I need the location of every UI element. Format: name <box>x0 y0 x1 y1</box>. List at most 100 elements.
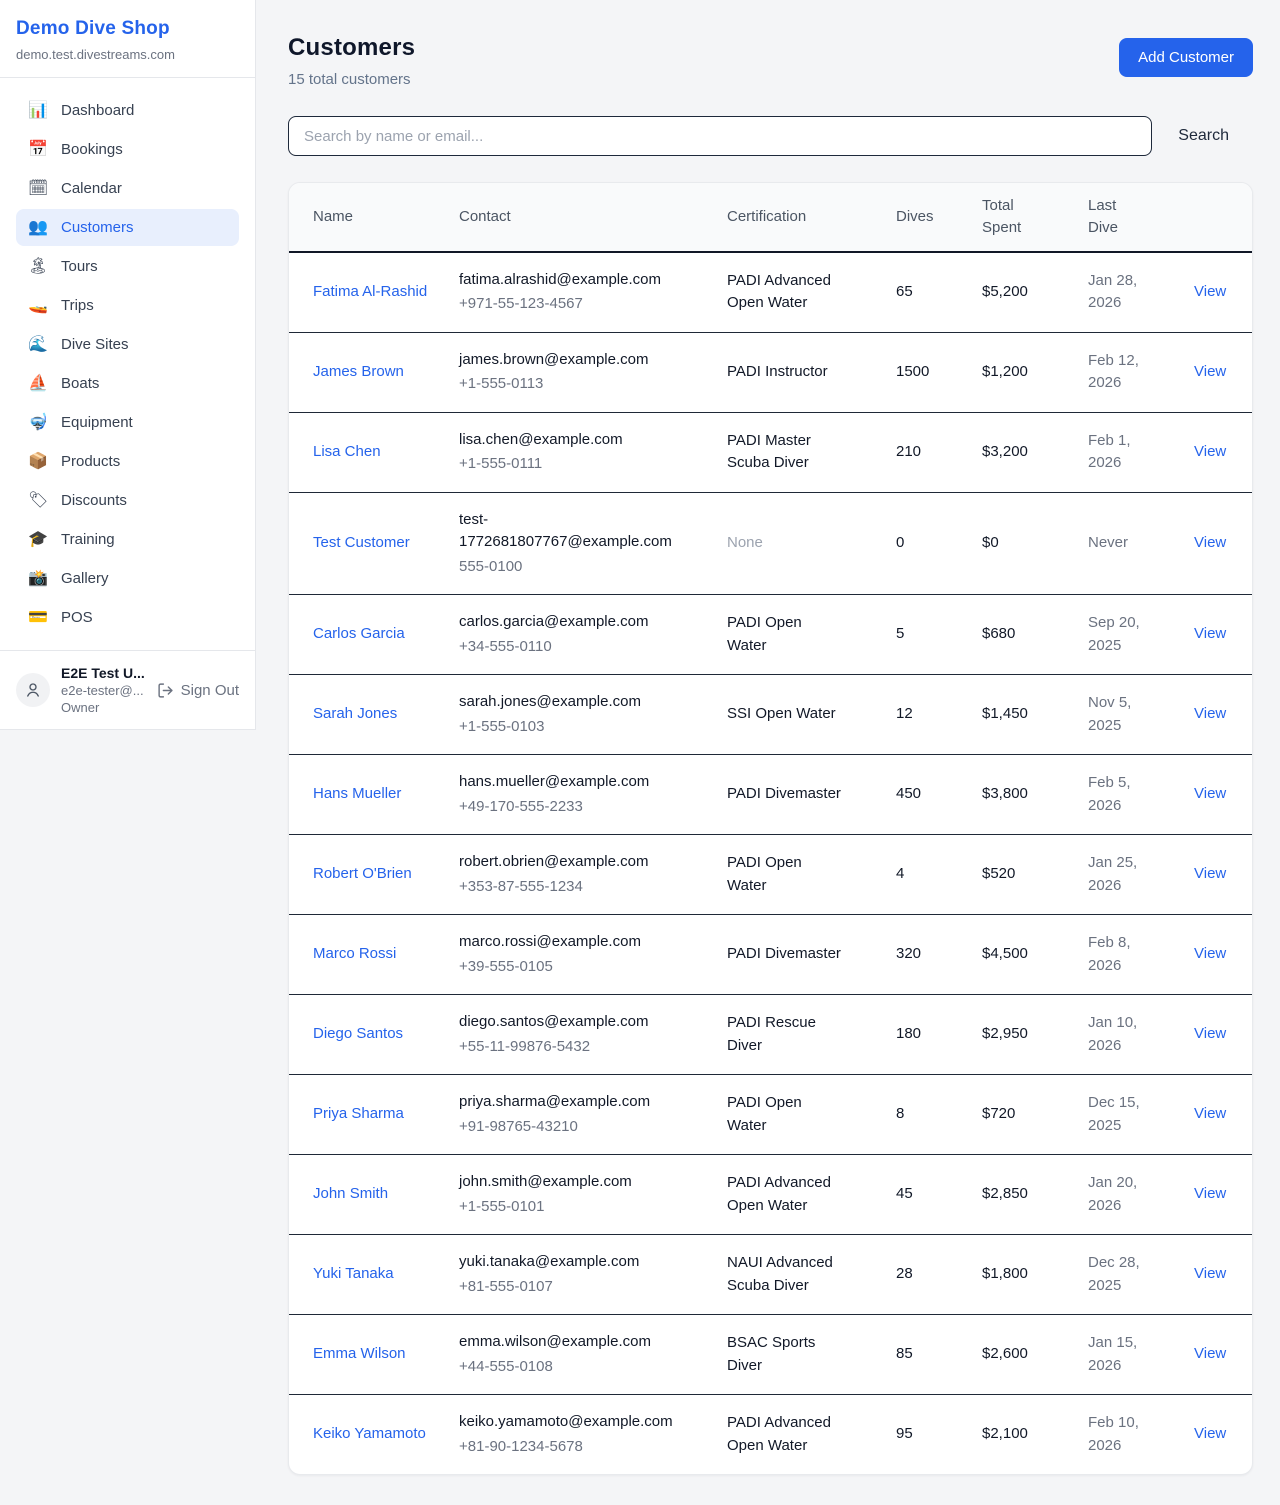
customer-total-spent: $720 <box>982 1105 1015 1122</box>
customer-last-dive: Jan 28, 2026 <box>1088 272 1137 312</box>
search-input[interactable] <box>288 116 1152 156</box>
sidebar-item-products[interactable]: 📦 Products <box>16 443 239 480</box>
customer-name-link[interactable]: Yuki Tanaka <box>313 1263 394 1286</box>
customer-last-dive: Feb 12, 2026 <box>1088 352 1139 392</box>
wave-icon: 🌊 <box>28 337 48 353</box>
column-header-certification: Certification <box>727 183 896 252</box>
table-row: Lisa Chen lisa.chen@example.com +1-555-0… <box>289 412 1252 492</box>
customer-certification: None <box>727 534 763 551</box>
customer-total-spent: $1,450 <box>982 705 1028 722</box>
customer-name-link[interactable]: John Smith <box>313 1183 388 1206</box>
tag-icon: 🏷 <box>28 493 48 509</box>
sidebar-item-label: Equipment <box>61 414 133 431</box>
sidebar-item-label: Products <box>61 453 120 470</box>
customer-dives: 1500 <box>896 363 929 380</box>
sidebar-item-label: Dive Sites <box>61 336 129 353</box>
table-body: Fatima Al-Rashid fatima.alrashid@example… <box>289 252 1252 1475</box>
sidebar-item-pos[interactable]: 💳 POS <box>16 599 239 636</box>
table-row: Yuki Tanaka yuki.tanaka@example.com +81-… <box>289 1235 1252 1315</box>
customer-name-link[interactable]: Emma Wilson <box>313 1343 406 1366</box>
sidebar-item-equipment[interactable]: 🤿 Equipment <box>16 404 239 441</box>
sidebar-nav: 📊 Dashboard 📅 Bookings 🗓 Calendar 👥 Cust… <box>0 77 255 650</box>
customer-phone: +49-170-555-2233 <box>459 796 683 819</box>
view-link[interactable]: View <box>1194 785 1226 802</box>
sidebar-item-discounts[interactable]: 🏷 Discounts <box>16 482 239 519</box>
view-link[interactable]: View <box>1194 443 1226 460</box>
sidebar-item-dive-sites[interactable]: 🌊 Dive Sites <box>16 326 239 363</box>
customer-last-dive: Nov 5, 2025 <box>1088 694 1131 734</box>
search-row: Search <box>288 116 1253 156</box>
column-header-name: Name <box>289 183 459 252</box>
view-link[interactable]: View <box>1194 534 1226 551</box>
customer-name-link[interactable]: Keiko Yamamoto <box>313 1423 426 1446</box>
sign-out-label: Sign Out <box>181 682 239 699</box>
customer-phone: +34-555-0110 <box>459 636 683 659</box>
sidebar-item-label: Discounts <box>61 492 127 509</box>
sidebar-item-dashboard[interactable]: 📊 Dashboard <box>16 92 239 129</box>
customer-phone: +44-555-0108 <box>459 1356 683 1379</box>
sidebar-item-bookings[interactable]: 📅 Bookings <box>16 131 239 168</box>
sidebar-item-label: Tours <box>61 258 98 275</box>
view-link[interactable]: View <box>1194 865 1226 882</box>
table-row: Fatima Al-Rashid fatima.alrashid@example… <box>289 252 1252 333</box>
customer-dives: 320 <box>896 945 921 962</box>
view-link[interactable]: View <box>1194 625 1226 642</box>
avatar <box>16 673 50 707</box>
customer-email: carlos.garcia@example.com <box>459 611 683 634</box>
sidebar-item-boats[interactable]: ⛵ Boats <box>16 365 239 402</box>
sidebar-item-trips[interactable]: 🚤 Trips <box>16 287 239 324</box>
page-title: Customers <box>288 34 415 62</box>
customer-email: sarah.jones@example.com <box>459 691 683 714</box>
sign-out-button[interactable]: Sign Out <box>157 682 239 699</box>
view-link[interactable]: View <box>1194 1185 1226 1202</box>
view-link[interactable]: View <box>1194 705 1226 722</box>
customer-name-link[interactable]: Sarah Jones <box>313 703 397 726</box>
calendar-date-icon: 📅 <box>28 142 48 158</box>
view-link[interactable]: View <box>1194 1345 1226 1362</box>
customer-name-link[interactable]: Carlos Garcia <box>313 623 405 646</box>
table-row: Marco Rossi marco.rossi@example.com +39-… <box>289 915 1252 995</box>
table-row: John Smith john.smith@example.com +1-555… <box>289 1155 1252 1235</box>
sidebar-item-gallery[interactable]: 📸 Gallery <box>16 560 239 597</box>
customer-name-link[interactable]: James Brown <box>313 361 404 384</box>
customer-name-link[interactable]: Diego Santos <box>313 1023 403 1046</box>
view-link[interactable]: View <box>1194 1025 1226 1042</box>
search-button[interactable]: Search <box>1152 127 1253 145</box>
view-link[interactable]: View <box>1194 363 1226 380</box>
customer-phone: +353-87-555-1234 <box>459 876 683 899</box>
column-header-actions <box>1194 183 1252 252</box>
customer-last-dive: Feb 5, 2026 <box>1088 774 1131 814</box>
customer-name-link[interactable]: Marco Rossi <box>313 943 396 966</box>
sailboat-icon: ⛵ <box>28 376 48 392</box>
customer-email: robert.obrien@example.com <box>459 851 683 874</box>
user-name: E2E Test U... <box>61 665 146 681</box>
view-link[interactable]: View <box>1194 945 1226 962</box>
view-link[interactable]: View <box>1194 1425 1226 1442</box>
credit-card-icon: 💳 <box>28 610 48 626</box>
sidebar-item-tours[interactable]: 🏝 Tours <box>16 248 239 285</box>
customer-name-link[interactable]: Test Customer <box>313 532 410 555</box>
customer-name-link[interactable]: Fatima Al-Rashid <box>313 281 427 304</box>
view-link[interactable]: View <box>1194 1265 1226 1282</box>
page-subtitle: 15 total customers <box>288 71 415 88</box>
add-customer-button[interactable]: Add Customer <box>1119 38 1253 77</box>
customer-last-dive: Feb 1, 2026 <box>1088 432 1131 472</box>
customer-total-spent: $680 <box>982 625 1015 642</box>
user-role: Owner <box>61 700 146 715</box>
sidebar-item-label: Bookings <box>61 141 123 158</box>
sidebar-item-label: Training <box>61 531 115 548</box>
view-link[interactable]: View <box>1194 283 1226 300</box>
camera-icon: 📸 <box>28 571 48 587</box>
sidebar-item-customers[interactable]: 👥 Customers <box>16 209 239 246</box>
sidebar-item-label: Customers <box>61 219 134 236</box>
customer-name-link[interactable]: Lisa Chen <box>313 441 381 464</box>
customer-total-spent: $2,600 <box>982 1345 1028 1362</box>
customer-name-link[interactable]: Priya Sharma <box>313 1103 404 1126</box>
sidebar-item-calendar[interactable]: 🗓 Calendar <box>16 170 239 207</box>
sidebar-item-training[interactable]: 🎓 Training <box>16 521 239 558</box>
customer-name-link[interactable]: Hans Mueller <box>313 783 401 806</box>
sidebar-header: Demo Dive Shop demo.test.divestreams.com <box>0 0 255 77</box>
customer-email: yuki.tanaka@example.com <box>459 1251 683 1274</box>
customer-name-link[interactable]: Robert O'Brien <box>313 863 412 886</box>
view-link[interactable]: View <box>1194 1105 1226 1122</box>
